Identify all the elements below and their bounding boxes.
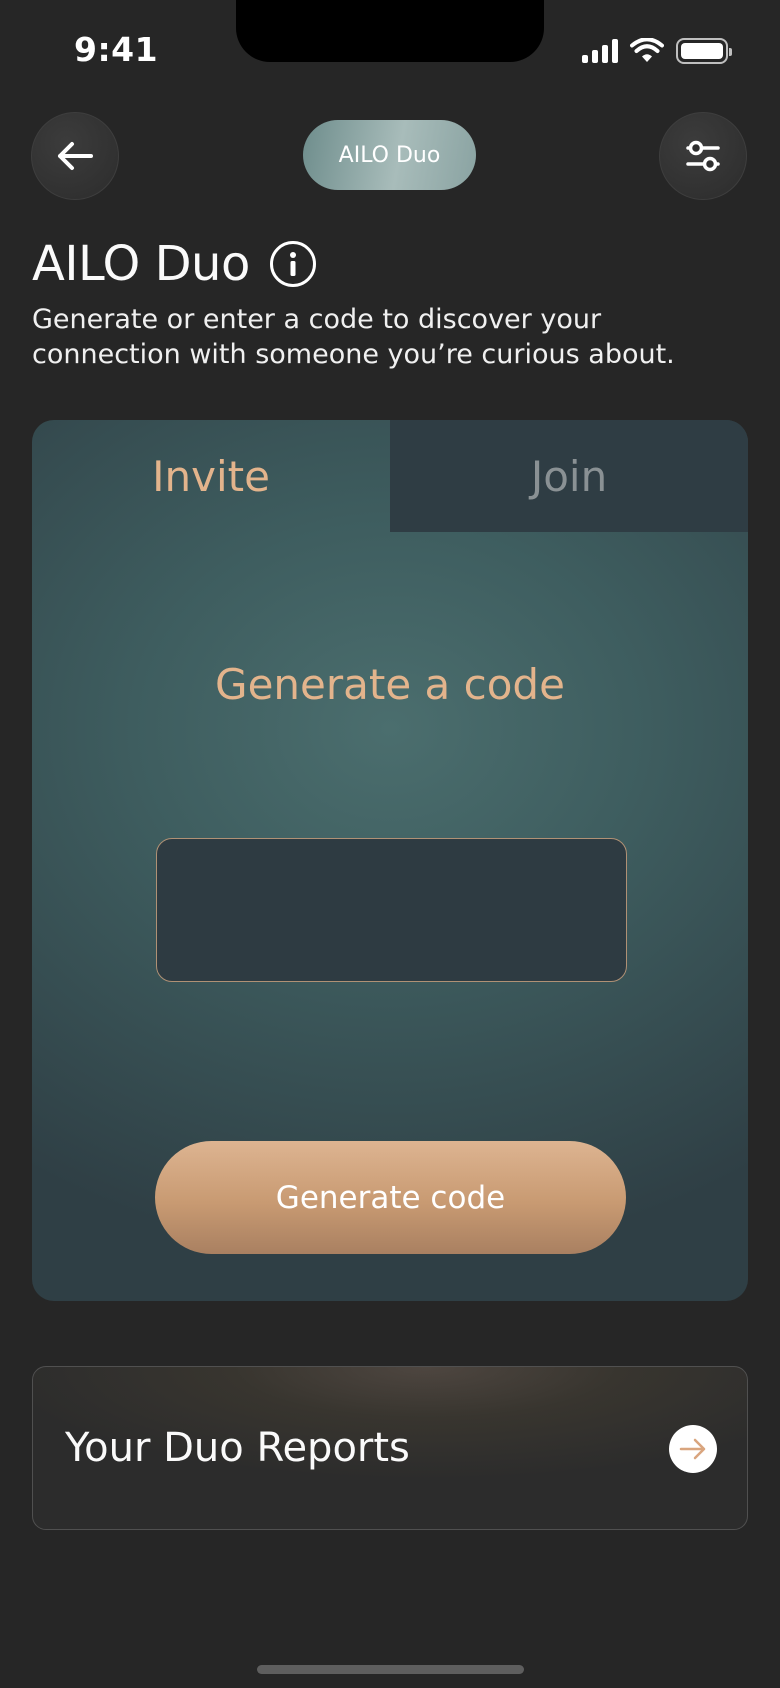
status-time: 9:41	[74, 30, 159, 69]
home-indicator	[257, 1665, 524, 1674]
cellular-signal-icon	[582, 39, 618, 63]
title-row: AILO Duo	[32, 236, 316, 292]
wifi-icon	[630, 38, 664, 62]
back-button[interactable]	[31, 112, 119, 200]
duo-code-card: Invite Join Generate a code Generate cod…	[32, 420, 748, 1301]
code-display-field[interactable]	[156, 838, 627, 982]
arrow-right-glyph	[679, 1438, 706, 1460]
settings-button[interactable]	[659, 112, 747, 200]
status-bar: 9:41	[0, 0, 780, 100]
mode-pill[interactable]: AILO Duo	[303, 120, 476, 190]
card-heading: Generate a code	[215, 660, 565, 709]
sliders-icon	[686, 140, 720, 172]
status-icons	[582, 38, 732, 64]
generate-code-button[interactable]: Generate code	[155, 1141, 626, 1254]
tab-join[interactable]: Join	[390, 420, 748, 532]
duo-reports-label: Your Duo Reports	[65, 1425, 410, 1471]
page-subtitle: Generate or enter a code to discover you…	[32, 304, 675, 370]
duo-reports-card[interactable]: Your Duo Reports	[32, 1366, 748, 1530]
info-glyph	[289, 252, 296, 276]
tab-invite[interactable]: Invite	[32, 420, 390, 532]
device-notch	[236, 0, 544, 62]
page-title: AILO Duo	[32, 236, 250, 292]
arrow-left-icon	[58, 142, 93, 170]
arrow-right-icon[interactable]	[669, 1425, 717, 1473]
battery-icon	[676, 38, 732, 64]
info-icon[interactable]	[269, 241, 316, 287]
